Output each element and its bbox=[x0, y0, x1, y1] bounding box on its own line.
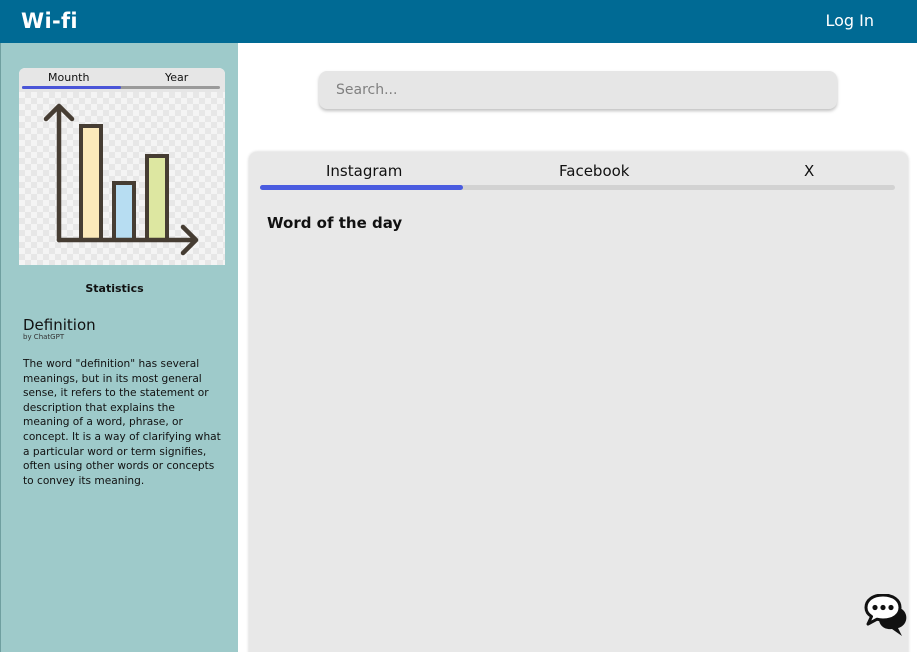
chart-y-axis bbox=[43, 103, 75, 243]
word-of-the-day-heading: Word of the day bbox=[267, 214, 403, 232]
stats-period-tabs: Mounth Year bbox=[19, 68, 225, 92]
statistics-card: Mounth Year bbox=[19, 68, 225, 265]
definition-text: The word "definition" has several meanin… bbox=[23, 358, 221, 487]
top-bar: Wi-fi Log In bbox=[0, 0, 917, 43]
chat-bubbles-icon[interactable] bbox=[864, 593, 910, 638]
stats-tab-indicator bbox=[22, 86, 121, 89]
login-button[interactable]: Log In bbox=[825, 11, 874, 30]
tab-x[interactable]: X bbox=[804, 162, 814, 180]
chart-image bbox=[19, 92, 225, 265]
chart-bar-1 bbox=[79, 124, 103, 242]
tab-instagram[interactable]: Instagram bbox=[326, 162, 402, 180]
tab-facebook[interactable]: Facebook bbox=[559, 162, 629, 180]
bar-chart-icon bbox=[43, 103, 199, 256]
definition-byline: by ChatGPT bbox=[23, 333, 65, 341]
chart-bar-3 bbox=[145, 154, 169, 242]
statistics-caption: Statistics bbox=[85, 282, 144, 295]
tab-year[interactable]: Year bbox=[165, 71, 188, 84]
sidebar: Mounth Year Statistics Definition by Cha… bbox=[0, 43, 238, 652]
chart-bar-2 bbox=[112, 181, 136, 242]
tab-mounth[interactable]: Mounth bbox=[48, 71, 89, 84]
social-panel: Instagram Facebook X Word of the day bbox=[249, 152, 908, 652]
brand-logo-text: Wi-fi bbox=[21, 9, 78, 33]
search-input[interactable] bbox=[319, 71, 837, 109]
panel-tab-indicator bbox=[260, 185, 464, 190]
definition-title: Definition bbox=[23, 316, 96, 334]
panel-tab-track bbox=[260, 185, 895, 190]
stats-tab-track bbox=[22, 86, 220, 89]
